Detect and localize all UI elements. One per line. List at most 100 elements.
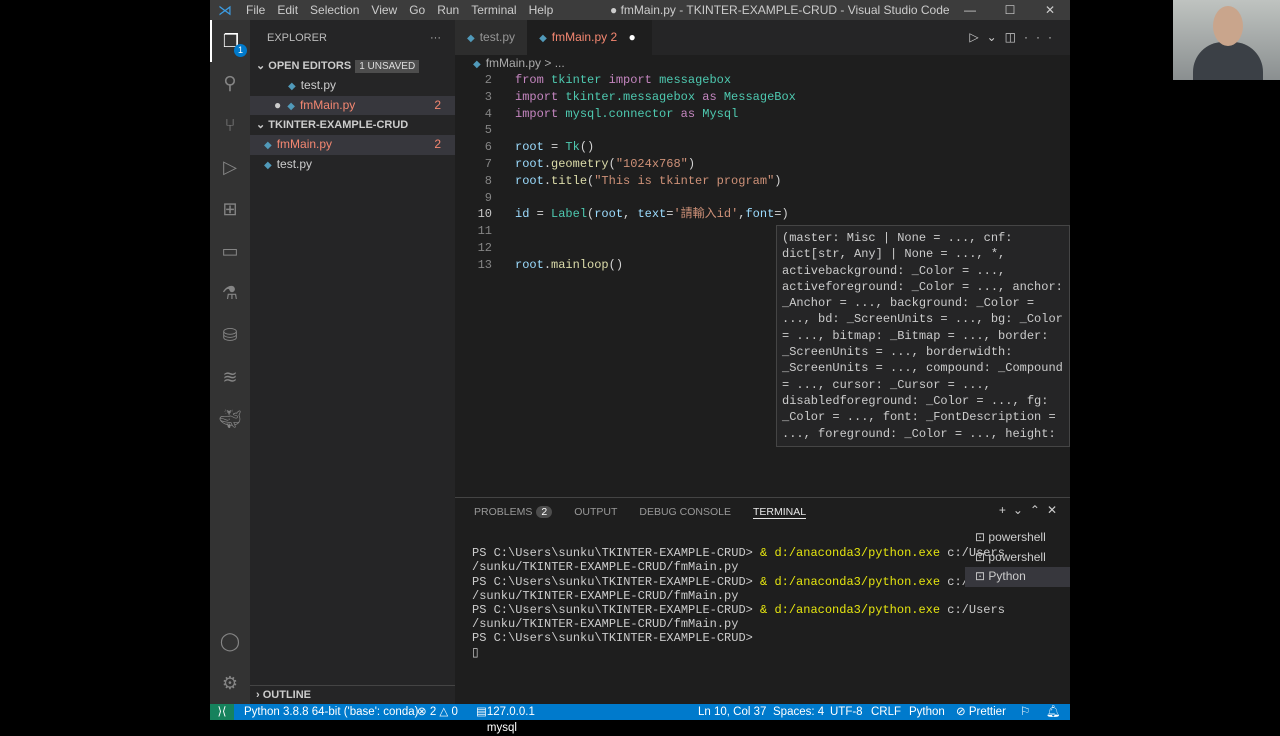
maximize-button[interactable]: ☐ <box>990 0 1030 20</box>
python-file-icon: ◆ <box>473 59 481 70</box>
problem-count: 2 <box>434 97 441 112</box>
python-file-icon: ◆ <box>264 159 272 171</box>
file-fmmain[interactable]: ◆ fmMain.py 2 <box>250 135 455 155</box>
close-button[interactable]: ✕ <box>1030 0 1070 20</box>
menu-terminal[interactable]: Terminal <box>471 3 516 17</box>
terminal-line: /sunku/TKINTER-EXAMPLE-CRUD/fmMain.py <box>472 617 739 632</box>
terminal-item[interactable]: ⊡ Python <box>965 567 1070 587</box>
line-number: 11 <box>477 224 492 239</box>
problem-count: 2 <box>434 137 441 151</box>
run-file-icon[interactable]: ▷⌄ <box>969 30 1004 44</box>
file-name: fmMain.py <box>276 137 333 151</box>
tab-problems[interactable]: PROBLEMS 2 <box>474 506 553 518</box>
database-status[interactable]: ▤ 127.0.0.1 mysql <box>476 704 535 734</box>
line-ending[interactable]: CRLF <box>871 704 901 720</box>
terminal-line: PS C:\Users\sunku\TKINTER-EXAMPLE-CRUD> … <box>472 574 1005 589</box>
menu-go[interactable]: Go <box>409 3 425 17</box>
terminal-item[interactable]: ⊡ powershell <box>965 528 1070 548</box>
file-name: test.py <box>300 78 337 92</box>
vscode-logo-icon: ⋊ <box>218 1 232 18</box>
terminal-line: PS C:\Users\sunku\TKINTER-EXAMPLE-CRUD> <box>472 631 753 646</box>
vscode-window: ⋊ File Edit Selection View Go Run Terminal Help… <box>210 0 1070 734</box>
database-icon[interactable]: ⛁ <box>210 314 250 356</box>
menu-view[interactable]: View <box>371 3 397 17</box>
outline-section[interactable]: › OUTLINE <box>250 685 455 704</box>
prettier-status[interactable]: ⊘ Prettier <box>956 704 1006 720</box>
terminal-line: PS C:\Users\sunku\TKINTER-EXAMPLE-CRUD> … <box>472 603 1005 618</box>
close-panel-icon[interactable]: ✕ <box>1047 503 1064 517</box>
settings-gear-icon[interactable]: ⚙ <box>210 662 250 704</box>
open-editor-fmmain[interactable]: ● ◆ fmMain.py 2 <box>250 95 455 115</box>
file-test[interactable]: ◆ test.py <box>250 155 455 175</box>
python-file-icon: ◆ <box>264 140 272 151</box>
source-control-icon[interactable]: ⑂ <box>210 104 250 146</box>
maximize-panel-icon[interactable]: ⌃ <box>1030 503 1047 517</box>
line-number: 7 <box>484 156 492 171</box>
extensions-icon[interactable]: ⊞ <box>210 188 250 230</box>
python-file-icon: ◆ <box>288 81 296 92</box>
tab-test[interactable]: ◆ test.py <box>455 20 528 55</box>
line-number: 2 <box>484 73 492 87</box>
explorer-icon[interactable]: ❐ 1 <box>210 20 250 62</box>
terminal-output[interactable]: PS C:\Users\sunku\TKINTER-EXAMPLE-CRUD> … <box>472 532 1005 688</box>
language-mode[interactable]: Python <box>909 704 945 720</box>
account-icon[interactable]: ◯ <box>210 620 250 662</box>
minimize-button[interactable]: — <box>950 0 990 20</box>
terminal-list: ⊡ powershell ⊡ powershell ⊡ Python <box>965 528 1070 587</box>
explorer-title: EXPLORER <box>267 32 327 44</box>
bottom-panel: PROBLEMS 2 OUTPUT DEBUG CONSOLE TERMINAL … <box>455 497 1070 704</box>
split-editor-icon[interactable]: ◫ <box>1005 30 1024 44</box>
remote-explorer-icon[interactable]: ▭ <box>210 230 250 272</box>
terminal-item[interactable]: ⊡ powershell <box>965 548 1070 568</box>
line-number: 9 <box>484 190 492 205</box>
problems-status[interactable]: ⊗ 2 △ 0 <box>417 704 458 720</box>
terminal-line: /sunku/TKINTER-EXAMPLE-CRUD/fmMain.py <box>472 560 739 575</box>
tab-fmmain[interactable]: ◆ fmMain.py 2 ● <box>527 20 653 55</box>
more-actions-icon[interactable]: ··· <box>1024 30 1060 44</box>
search-icon[interactable]: ⚲ <box>210 62 250 104</box>
menu-file[interactable]: File <box>246 3 265 17</box>
open-editors-label: OPEN EDITORS <box>268 60 352 72</box>
run-debug-icon[interactable]: ▷ <box>210 146 250 188</box>
breadcrumb[interactable]: ◆ fmMain.py > ... <box>455 55 565 72</box>
terminal-line: /sunku/TKINTER-EXAMPLE-CRUD/fmMain.py <box>472 588 739 603</box>
python-file-icon: ◆ <box>539 33 547 44</box>
unsaved-dot-icon[interactable]: ● <box>628 30 635 44</box>
tab-debug-console[interactable]: DEBUG CONSOLE <box>639 506 731 518</box>
folder-section[interactable]: ⌄ TKINTER-EXAMPLE-CRUD <box>250 115 455 135</box>
outline-label: OUTLINE <box>262 689 312 701</box>
menu-run[interactable]: Run <box>437 3 459 17</box>
python-interpreter[interactable]: Python 3.8.8 64-bit ('base': conda) <box>244 704 418 720</box>
line-number: 4 <box>484 106 492 121</box>
line-number: 5 <box>484 123 492 138</box>
menu-edit[interactable]: Edit <box>277 3 298 17</box>
encoding[interactable]: UTF-8 <box>830 704 863 720</box>
python-file-icon: ◆ <box>467 33 475 44</box>
notifications-bell-icon[interactable]: 🔔︎ <box>1046 704 1061 720</box>
menu-selection[interactable]: Selection <box>310 3 359 17</box>
more-actions-icon[interactable]: ··· <box>430 20 441 56</box>
tab-terminal[interactable]: TERMINAL <box>752 506 807 519</box>
layers-icon[interactable]: ≋ <box>210 356 250 398</box>
testing-icon[interactable]: ⚗ <box>210 272 250 314</box>
tab-output[interactable]: OUTPUT <box>574 506 617 518</box>
activity-bar: ❐ 1 ⚲ ⑂ ▷ ⊞ ▭ ⚗ ⛁ ≋ 🐳︎ ◯ ⚙ <box>210 20 250 704</box>
docker-icon[interactable]: 🐳︎ <box>210 398 250 440</box>
line-number: 12 <box>477 240 492 255</box>
new-terminal-icon[interactable]: +⌄ <box>999 503 1030 517</box>
terminal-line: PS C:\Users\sunku\TKINTER-EXAMPLE-CRUD> … <box>472 546 1005 561</box>
menu-help[interactable]: Help <box>529 3 554 17</box>
line-number: 8 <box>484 173 492 188</box>
feedback-icon[interactable]: ⚐ <box>1020 704 1030 720</box>
window-title: ● fmMain.py - TKINTER-EXAMPLE-CRUD - Vis… <box>610 3 950 17</box>
line-number: 13 <box>477 257 492 272</box>
status-bar: ⟩⟨ Python 3.8.8 64-bit ('base': conda) ⊗… <box>210 704 1070 734</box>
remote-icon[interactable]: ⟩⟨ <box>210 704 234 720</box>
signature-help-popup: (master: Misc | None = ..., cnf: dict[st… <box>776 225 1070 447</box>
editor-tabs: ◆ test.py ◆ fmMain.py 2 ● ▷⌄◫··· <box>455 20 1070 55</box>
open-editor-test[interactable]: ◆ test.py <box>250 76 455 96</box>
open-editors-section[interactable]: ⌄ OPEN EDITORS 1 UNSAVED <box>250 56 455 76</box>
python-file-icon: ◆ <box>287 100 295 112</box>
cursor-position[interactable]: Ln 10, Col 37 <box>698 704 766 720</box>
indentation[interactable]: Spaces: 4 <box>773 704 824 720</box>
